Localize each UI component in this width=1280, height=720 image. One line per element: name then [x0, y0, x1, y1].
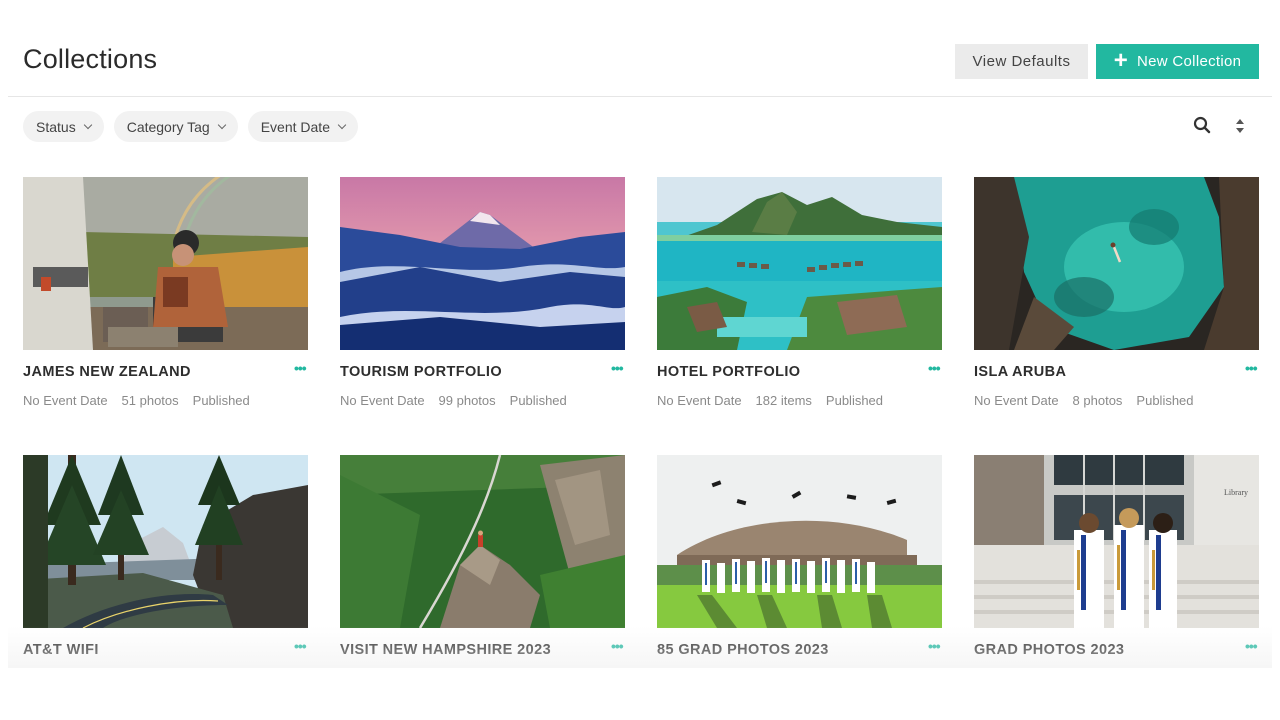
collection-thumbnail[interactable]: [657, 455, 942, 628]
collection-thumbnail[interactable]: [657, 177, 942, 350]
item-count: 99 photos: [438, 393, 496, 408]
filter-bar: Status Category Tag Event Date: [23, 111, 358, 142]
collection-card[interactable]: JAMES NEW ZEALAND ••• No Event Date 51 p…: [23, 177, 308, 417]
filter-status[interactable]: Status: [23, 111, 104, 142]
new-collection-button[interactable]: + New Collection: [1096, 44, 1259, 79]
item-count: 51 photos: [121, 393, 179, 408]
collection-title[interactable]: GRAD PHOTOS 2023: [974, 642, 1124, 658]
page-header: Collections View Defaults + New Collecti…: [8, 0, 1272, 97]
chevron-down-icon: [83, 120, 92, 129]
collection-title[interactable]: AT&T WIFI: [23, 642, 99, 658]
view-defaults-button[interactable]: View Defaults: [955, 44, 1088, 79]
collection-card[interactable]: TOURISM PORTFOLIO ••• No Event Date 99 p…: [340, 177, 625, 417]
status-text: Published: [825, 393, 884, 408]
collection-meta: No Event Date 8 photos Published: [974, 393, 1194, 408]
filter-event-date[interactable]: Event Date: [247, 111, 358, 142]
more-options-icon[interactable]: •••: [611, 639, 624, 653]
status-text: Published: [509, 393, 567, 408]
event-date: No Event Date: [657, 393, 742, 408]
collection-title[interactable]: TOURISM PORTFOLIO: [340, 364, 502, 380]
collection-meta: No Event Date 99 photos Published: [340, 393, 567, 408]
more-options-icon[interactable]: •••: [1245, 639, 1258, 653]
filter-label: Category Tag: [126, 118, 210, 135]
filter-label: Event Date: [260, 118, 330, 135]
collection-card[interactable]: AT&T WIFI •••: [23, 455, 308, 668]
collection-thumbnail[interactable]: Library: [974, 455, 1259, 628]
collection-meta: No Event Date 51 photos Published: [23, 393, 250, 408]
collection-card[interactable]: HOTEL PORTFOLIO ••• No Event Date 182 it…: [657, 177, 942, 417]
chevron-down-icon: [337, 120, 347, 129]
collection-thumbnail[interactable]: [23, 177, 308, 350]
collection-card[interactable]: ISLA ARUBA ••• No Event Date 8 photos Pu…: [974, 177, 1259, 417]
collection-meta: No Event Date 182 items Published: [657, 393, 883, 408]
filter-label: Status: [36, 118, 76, 135]
item-count: 182 items: [755, 393, 812, 408]
more-options-icon[interactable]: •••: [1245, 361, 1258, 375]
collection-card[interactable]: Library GRAD PHOTOS 2023 •••: [974, 455, 1259, 668]
collection-thumbnail[interactable]: [340, 455, 625, 628]
collection-thumbnail[interactable]: [974, 177, 1259, 350]
more-options-icon[interactable]: •••: [294, 361, 307, 375]
collection-card[interactable]: 85 GRAD PHOTOS 2023 •••: [657, 455, 942, 668]
plus-icon: +: [1113, 46, 1129, 74]
collection-title[interactable]: ISLA ARUBA: [974, 364, 1066, 380]
more-options-icon[interactable]: •••: [611, 361, 624, 375]
more-options-icon[interactable]: •••: [928, 639, 941, 653]
event-date: No Event Date: [23, 393, 108, 408]
sort-icon[interactable]: [1233, 117, 1247, 135]
collection-title[interactable]: JAMES NEW ZEALAND: [23, 364, 191, 380]
chevron-down-icon: [217, 120, 226, 129]
more-options-icon[interactable]: •••: [294, 639, 307, 653]
collection-title[interactable]: VISIT NEW HAMPSHIRE 2023: [340, 642, 551, 658]
collections-page: Collections View Defaults + New Collecti…: [8, 0, 1272, 668]
library-sign: Library: [1224, 488, 1248, 497]
event-date: No Event Date: [974, 393, 1059, 408]
collection-title[interactable]: HOTEL PORTFOLIO: [657, 364, 800, 380]
collection-title[interactable]: 85 GRAD PHOTOS 2023: [657, 642, 829, 658]
collection-card[interactable]: VISIT NEW HAMPSHIRE 2023 •••: [340, 455, 625, 668]
event-date: No Event Date: [340, 393, 425, 408]
collection-thumbnail[interactable]: [340, 177, 625, 350]
filter-category-tag[interactable]: Category Tag: [113, 111, 238, 142]
page-title: Collections: [23, 44, 158, 74]
new-collection-label: New Collection: [1137, 53, 1242, 70]
collection-thumbnail[interactable]: [23, 455, 308, 628]
status-text: Published: [1136, 393, 1194, 408]
item-count: 8 photos: [1072, 393, 1123, 408]
status-text: Published: [192, 393, 250, 408]
search-icon[interactable]: [1193, 116, 1211, 134]
more-options-icon[interactable]: •••: [928, 361, 941, 375]
